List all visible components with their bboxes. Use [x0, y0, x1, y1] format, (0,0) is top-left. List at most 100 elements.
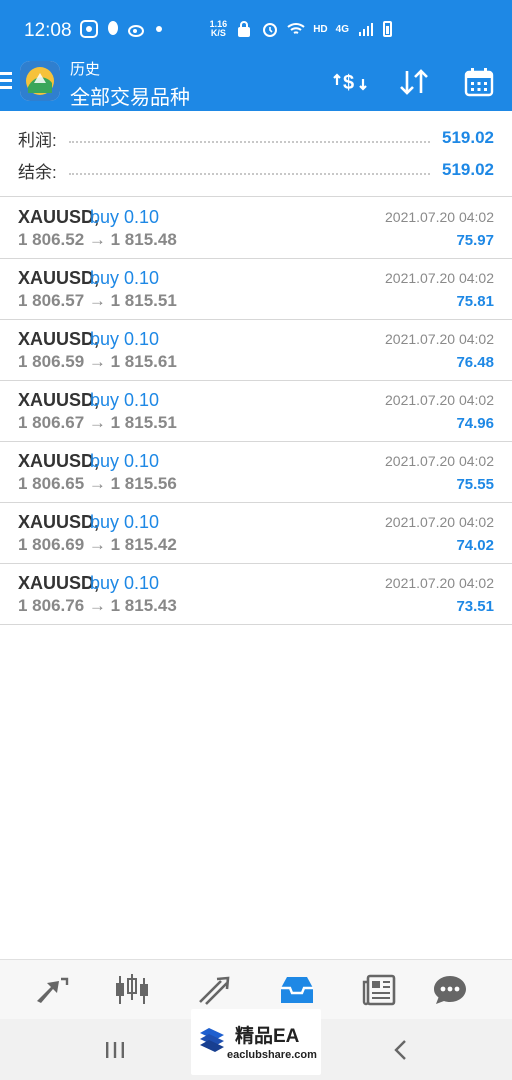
profit-row: 利润: 519.02: [18, 123, 494, 153]
history-inbox-icon: [281, 977, 313, 1003]
app-header: 12:08 1.16 K/S HD 4G 历史 全部交易品种 $: [0, 0, 512, 111]
trade-profit: 75.81: [456, 293, 494, 310]
battery-icon: [383, 21, 392, 37]
trade-profit: 74.96: [456, 415, 494, 432]
trade-symbol: XAUUSD,: [18, 390, 100, 410]
currency-exchange-button[interactable]: $: [332, 64, 368, 100]
trade-action: buy 0.10: [90, 329, 160, 349]
back-button[interactable]: [386, 1035, 416, 1065]
trade-symbol: XAUUSD,: [18, 512, 100, 532]
trade-prices: 1 806.59 → 1 815.61: [18, 352, 177, 371]
trade-history-list: XAUUSD, buy 0.10 1 806.52 → 1 815.48 202…: [0, 198, 512, 625]
nav-trade[interactable]: [195, 970, 235, 1010]
trade-prices: 1 806.52 → 1 815.48: [18, 230, 177, 249]
trade-action: buy 0.10: [90, 390, 160, 410]
candlestick-chart-icon: [116, 974, 148, 1004]
trade-action: buy 0.10: [90, 268, 160, 288]
trade-profit: 74.02: [456, 537, 494, 554]
menu-icon-bar: [0, 86, 12, 89]
trade-date: 2021.07.20 04:02: [385, 392, 494, 408]
currency-exchange-icon: $: [333, 72, 367, 94]
profit-label: 利润:: [18, 130, 57, 150]
trade-date: 2021.07.20 04:02: [385, 209, 494, 225]
trade-symbol: XAUUSD,: [18, 268, 100, 288]
network-label: 4G: [335, 23, 349, 35]
signal-icon: [359, 23, 373, 36]
wifi-icon: [287, 23, 305, 34]
nav-chart[interactable]: [112, 970, 152, 1010]
nav-quotes[interactable]: [31, 970, 71, 1010]
trade-prices: 1 806.76 → 1 815.43: [18, 596, 177, 615]
trade-row[interactable]: XAUUSD, buy 0.10 1 806.69 → 1 815.42 202…: [0, 503, 512, 564]
toolbar-title: 历史 全部交易品种: [70, 58, 190, 110]
sort-button[interactable]: [396, 64, 432, 100]
status-notification-icons: [80, 20, 162, 38]
chat-icon: [434, 976, 466, 1004]
trade-date: 2021.07.20 04:02: [385, 514, 494, 530]
page-subtitle: 历史: [70, 61, 101, 78]
trade-date: 2021.07.20 04:02: [385, 331, 494, 347]
alarm-icon: [263, 23, 278, 37]
trade-date: 2021.07.20 04:02: [385, 270, 494, 286]
trade-date: 2021.07.20 04:02: [385, 453, 494, 469]
more-notifications-dot: [156, 26, 162, 32]
menu-icon-bar: [0, 79, 12, 82]
recent-apps-button[interactable]: [100, 1035, 130, 1065]
svg-text:$: $: [343, 72, 354, 94]
nav-news[interactable]: [359, 970, 399, 1010]
trade-profit: 75.97: [456, 232, 494, 249]
trade-action: buy 0.10: [90, 451, 160, 471]
trade-action: buy 0.10: [90, 573, 160, 593]
trade-symbol: XAUUSD,: [18, 329, 100, 349]
status-bar: 12:08 1.16 K/S HD 4G: [0, 0, 512, 52]
trade-trend-icon: [199, 976, 230, 1005]
recent-apps-icon: [106, 1042, 124, 1058]
page-title[interactable]: 全部交易品种: [70, 81, 190, 110]
trade-action: buy 0.10: [90, 512, 160, 532]
profit-value: 519.02: [442, 128, 494, 147]
leader-dots: [68, 133, 430, 143]
balance-value: 519.02: [442, 160, 494, 179]
trade-row[interactable]: XAUUSD, buy 0.10 1 806.76 → 1 815.43 202…: [0, 564, 512, 625]
trade-row[interactable]: XAUUSD, buy 0.10 1 806.65 → 1 815.56 202…: [0, 442, 512, 503]
quotes-icon: [37, 977, 69, 1003]
app: 12:08 1.16 K/S HD 4G 历史 全部交易品种 $ 利润: 519…: [0, 0, 512, 1080]
toolbar: 历史 全部交易品种 $: [0, 52, 512, 111]
hd-label: HD: [313, 23, 328, 35]
weibo-icon: [128, 25, 144, 37]
account-summary: 利润: 519.02 结余: 519.02: [0, 111, 512, 197]
sort-arrows-icon: [400, 69, 428, 95]
balance-row: 结余: 519.02: [18, 155, 494, 185]
nav-chat[interactable]: [430, 970, 470, 1010]
watermark-url: eaclubshare.com: [227, 1049, 317, 1061]
trade-profit: 75.55: [456, 476, 494, 493]
trade-profit: 76.48: [456, 354, 494, 371]
status-system-icons: 1.16 K/S HD 4G: [210, 20, 392, 38]
status-time: 12:08: [24, 20, 72, 41]
back-chevron-icon: [394, 1040, 406, 1060]
trade-row[interactable]: XAUUSD, buy 0.10 1 806.59 → 1 815.61 202…: [0, 320, 512, 381]
watermark: 精品EA eaclubshare.com: [191, 1009, 321, 1075]
trade-prices: 1 806.57 → 1 815.51: [18, 291, 177, 310]
trade-row[interactable]: XAUUSD, buy 0.10 1 806.67 → 1 815.51 202…: [0, 381, 512, 442]
lock-icon: [238, 21, 251, 37]
trade-row[interactable]: XAUUSD, buy 0.10 1 806.57 → 1 815.51 202…: [0, 259, 512, 320]
menu-button[interactable]: [0, 66, 14, 96]
net-speed: 1.16 K/S: [210, 20, 228, 38]
trade-action: buy 0.10: [90, 207, 160, 227]
watermark-logo-icon: [200, 1028, 224, 1052]
nav-history[interactable]: [277, 970, 317, 1010]
trade-row[interactable]: XAUUSD, buy 0.10 1 806.52 → 1 815.48 202…: [0, 198, 512, 259]
trade-prices: 1 806.67 → 1 815.51: [18, 413, 177, 432]
trade-profit: 73.51: [456, 598, 494, 615]
calendar-button[interactable]: [461, 64, 497, 100]
trade-prices: 1 806.69 → 1 815.42: [18, 535, 177, 554]
trade-date: 2021.07.20 04:02: [385, 575, 494, 591]
trade-prices: 1 806.65 → 1 815.56: [18, 474, 177, 493]
leader-dots: [68, 165, 430, 175]
qq-icon: [108, 21, 118, 35]
metatrader-logo-icon: [20, 61, 60, 101]
trade-symbol: XAUUSD,: [18, 207, 100, 227]
balance-label: 结余:: [18, 162, 57, 182]
news-icon: [362, 974, 396, 1006]
